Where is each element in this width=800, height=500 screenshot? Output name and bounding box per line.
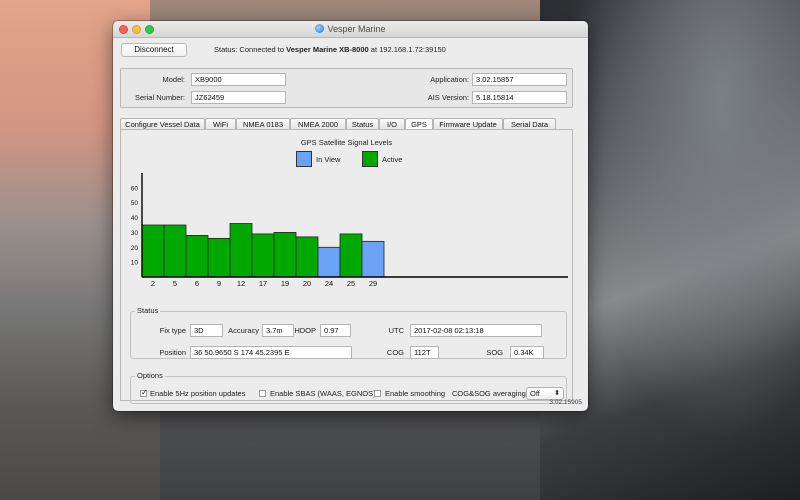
x-tick-label: 2 (151, 279, 155, 288)
position-label: Position (159, 348, 186, 357)
model-label: Model: (162, 75, 185, 84)
model-field[interactable]: XB9000 (191, 73, 286, 86)
legend-in-view-label: In View (316, 155, 341, 164)
options-group: Options ✓ Enable 5Hz position updates En… (130, 371, 567, 404)
hdop-field[interactable]: 0.97 (320, 324, 351, 337)
enable-smoothing-label: Enable smoothing (385, 389, 446, 398)
position-field[interactable]: 36 50.9650 S 174 45.2395 E (190, 346, 352, 359)
signal-level-chart: 2 5 6 9 12 17 19 20 24 25 29102030405060 (131, 173, 568, 288)
cog-sog-averaging-value: Off (530, 389, 540, 398)
legend-active-swatch (362, 151, 378, 167)
gps-panel: GPS Satellite Signal Levels In View Acti… (120, 129, 573, 404)
enable-sbas-checkbox[interactable] (259, 390, 266, 397)
status-group: Status Fix type 3D Accuracy 3.7m HDOP 0.… (130, 306, 567, 359)
chart-title: GPS Satellite Signal Levels (300, 138, 393, 147)
signal-bar (295, 236, 319, 278)
x-tick-label: 9 (217, 279, 221, 288)
signal-bar (273, 232, 297, 278)
utc-field[interactable]: 2017-02-08 02:13:18 (410, 324, 542, 337)
enable-5hz-checkbox[interactable]: ✓ (140, 388, 148, 397)
ais-version-field[interactable]: 5.18.15814 (472, 91, 567, 104)
x-tick-label: 12 (237, 279, 245, 288)
application-label: Application: (430, 75, 469, 84)
serial-number-label: Serial Number: (134, 93, 185, 102)
status-prefix: Status: Connected to (214, 45, 287, 54)
enable-sbas-label: Enable SBAS (WAAS, EGNOS) (270, 389, 376, 398)
fix-type-label: Fix type (159, 326, 186, 335)
cog-label: COG (386, 348, 404, 357)
cog-sog-averaging-label: COG&SOG averaging (452, 389, 526, 398)
application-version-field[interactable]: 3.02.15857 (472, 73, 567, 86)
fix-type-field[interactable]: 3D (190, 324, 223, 337)
connection-bar: Disconnect Status: Connected to Vesper M… (121, 43, 580, 57)
status-device: Vesper Marine XB-8000 (286, 45, 369, 54)
vesper-app-icon (315, 24, 325, 33)
legend-active-label: Active (382, 155, 403, 164)
y-tick-label: 30 (131, 230, 139, 237)
accuracy-label: Accuracy (228, 326, 259, 335)
titlebar[interactable]: Vesper Marine (113, 21, 588, 38)
status-group-title: Status (135, 306, 161, 315)
app-version: 3.02.15905 (549, 399, 582, 406)
connection-status: Status: Connected to Vesper Marine XB-80… (214, 45, 446, 54)
options-group-title: Options (135, 371, 165, 380)
x-tick-label: 5 (173, 279, 177, 288)
legend-in-view-swatch (296, 151, 312, 167)
device-info-box: Model: XB9000 Serial Number: JZ62459 App… (120, 68, 573, 108)
disconnect-button[interactable]: Disconnect (121, 43, 187, 57)
y-tick-label: 10 (131, 260, 139, 267)
y-tick-label: 50 (131, 200, 139, 207)
utc-label: UTC (388, 326, 404, 335)
signal-bar (185, 235, 209, 278)
app-window: Vesper Marine Disconnect Status: Connect… (113, 21, 588, 411)
enable-smoothing-checkbox[interactable] (374, 390, 381, 397)
x-tick-label: 25 (347, 279, 355, 288)
enable-5hz-label: Enable 5Hz position updates (150, 389, 246, 398)
cog-field[interactable]: 112T (410, 346, 439, 359)
x-tick-label: 20 (303, 279, 311, 288)
signal-bar (229, 223, 253, 278)
x-tick-label: 19 (281, 279, 289, 288)
signal-bar (317, 246, 341, 278)
status-suffix: at 192.168.1.72:39150 (368, 45, 446, 54)
x-tick-label: 17 (259, 279, 267, 288)
signal-bar (361, 240, 385, 278)
x-tick-label: 24 (325, 279, 333, 288)
checkmark-icon: ✓ (141, 388, 148, 397)
serial-number-field[interactable]: JZ62459 (191, 91, 286, 104)
x-tick-label: 6 (195, 279, 199, 288)
signal-bar (207, 237, 231, 278)
hdop-label: HDOP (294, 326, 316, 335)
signal-bar (339, 233, 363, 278)
sog-field[interactable]: 0.34K (510, 346, 544, 359)
y-tick-label: 40 (131, 215, 139, 222)
window-title: Vesper Marine (113, 24, 588, 34)
y-tick-label: 20 (131, 245, 139, 252)
x-tick-label: 29 (369, 279, 377, 288)
y-tick-label: 60 (131, 185, 139, 192)
ais-version-label: AIS Version: (427, 93, 469, 102)
chevron-updown-icon: ⬍ (554, 390, 560, 397)
signal-bar (141, 224, 165, 278)
accuracy-field[interactable]: 3.7m (262, 324, 294, 337)
signal-bar (163, 224, 187, 278)
window-title-text: Vesper Marine (327, 24, 386, 34)
signal-bar (251, 233, 275, 278)
sog-label: SOG (486, 348, 503, 357)
